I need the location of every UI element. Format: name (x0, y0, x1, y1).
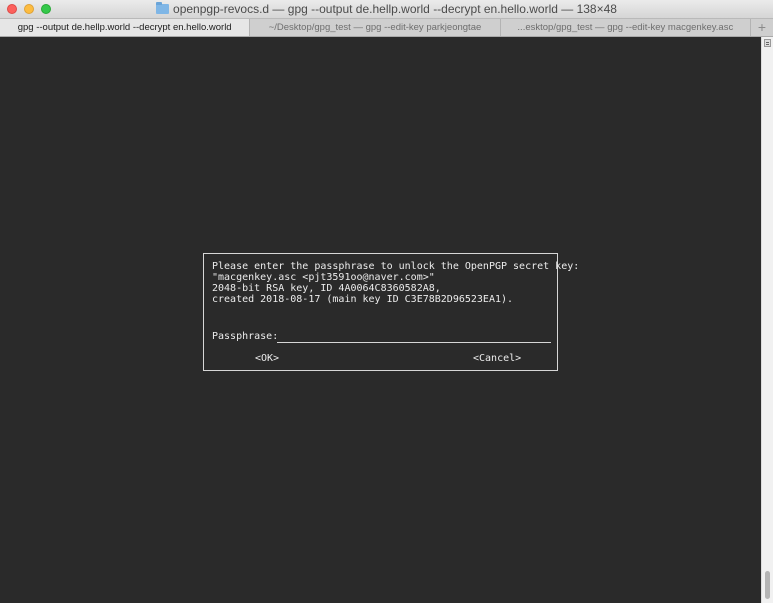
new-tab-button[interactable]: + (751, 19, 773, 36)
pinentry-dialog: Please enter the passphrase to unlock th… (203, 253, 579, 371)
tab-edit-key-parkjeongtae[interactable]: ~/Desktop/gpg_test — gpg --edit-key park… (250, 19, 501, 36)
terminal-scrollbar[interactable] (761, 37, 773, 603)
passphrase-label: Passphrase: (212, 331, 279, 342)
passphrase-input[interactable] (277, 331, 551, 343)
window-title: openpgp-revocs.d — gpg --output de.hellp… (173, 2, 617, 16)
folder-icon (156, 2, 170, 14)
cancel-button[interactable]: <Cancel> (473, 353, 521, 365)
tab-bar: gpg --output de.hellp.world --decrypt en… (0, 19, 773, 37)
scrollback-menu-icon[interactable] (764, 39, 771, 47)
dialog-key-created-line: created 2018-08-17 (main key ID C3E78B2D… (212, 294, 514, 305)
title-bar: openpgp-revocs.d — gpg --output de.hellp… (0, 0, 773, 19)
tab-decrypt[interactable]: gpg --output de.hellp.world --decrypt en… (0, 19, 251, 36)
scroll-thumb[interactable] (765, 571, 770, 599)
ok-button[interactable]: <OK> (255, 353, 279, 365)
tab-edit-key-macgenkey[interactable]: ...esktop/gpg_test — gpg --edit-key macg… (501, 19, 751, 36)
window-title-container: openpgp-revocs.d — gpg --output de.hellp… (0, 2, 773, 16)
